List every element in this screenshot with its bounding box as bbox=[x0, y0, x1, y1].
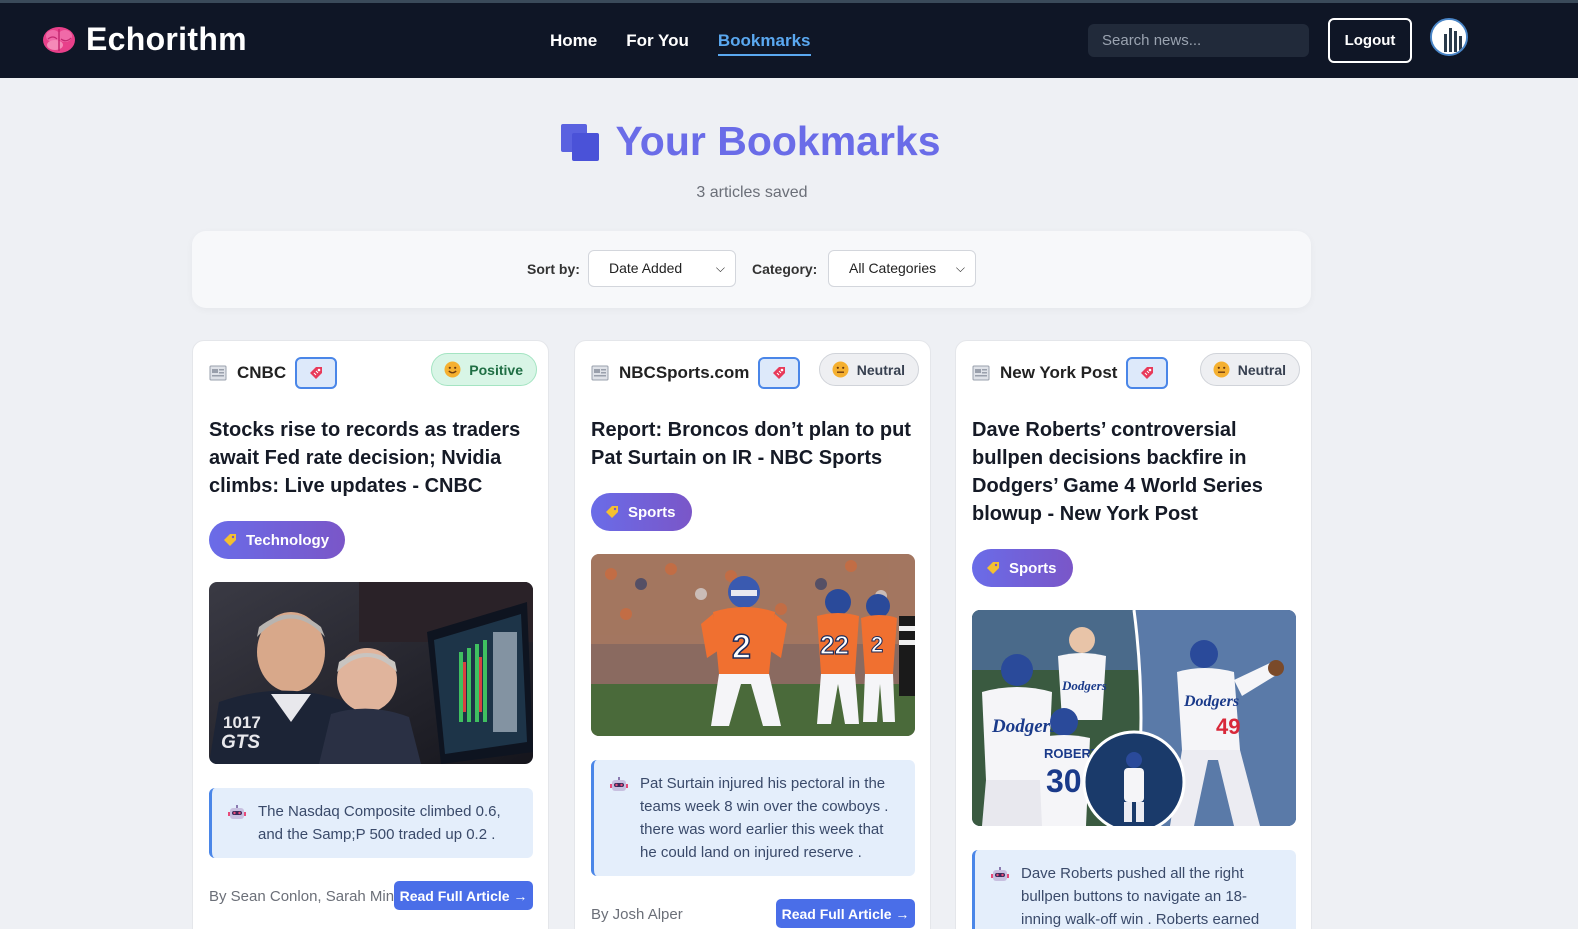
category-label: Sports bbox=[1009, 559, 1057, 577]
chevron-down-icon: ⌵ bbox=[955, 261, 965, 275]
broncos-photo: 2 22 2 bbox=[591, 554, 915, 736]
traders-photo: 1017 GTS bbox=[209, 582, 533, 764]
page-title: Your Bookmarks bbox=[615, 118, 941, 164]
robot-icon bbox=[991, 867, 1009, 881]
article-title[interactable]: Dave Roberts’ controversial bullpen deci… bbox=[972, 416, 1298, 528]
brand-name: Echorithm bbox=[86, 21, 247, 57]
jacket-logo: GTS bbox=[221, 732, 260, 753]
newspaper-icon bbox=[209, 365, 227, 381]
jersey-number: 30 bbox=[1046, 763, 1082, 799]
summary-text: Pat Surtain injured his pectoral in the … bbox=[640, 775, 889, 861]
read-full-article-button[interactable]: Read Full Article → bbox=[776, 899, 915, 928]
sentiment-badge: Neutral bbox=[818, 353, 919, 386]
sort-select[interactable]: Date Added ⌵ bbox=[588, 250, 736, 287]
category-select-value: All Categories bbox=[849, 260, 937, 276]
jersey-number: 2 bbox=[871, 632, 883, 657]
category-select[interactable]: All Categories ⌵ bbox=[828, 250, 976, 287]
logout-button[interactable]: Logout bbox=[1328, 18, 1412, 63]
smile-emoji-icon bbox=[444, 361, 461, 378]
jersey-number: 22 bbox=[820, 630, 849, 660]
newspaper-icon bbox=[591, 365, 609, 381]
bookmark-stack-icon bbox=[561, 123, 600, 161]
source-row: New York Post bbox=[972, 357, 1169, 389]
navbar: Echorithm Home For You Bookmarks Logout bbox=[0, 3, 1578, 78]
neutral-emoji-icon bbox=[1213, 361, 1230, 378]
article-title[interactable]: Stocks rise to records as traders await … bbox=[209, 416, 535, 500]
sentiment-badge: Positive bbox=[431, 353, 537, 386]
read-full-article-button[interactable]: Read Full Article → bbox=[394, 881, 533, 910]
summary-text: Dave Roberts pushed all the right bullpe… bbox=[1021, 865, 1260, 928]
source-name: CNBC bbox=[237, 363, 287, 382]
jersey-number: 2 bbox=[732, 628, 751, 666]
brain-icon bbox=[43, 26, 75, 53]
jersey-script: Dodgers bbox=[1183, 693, 1239, 710]
brand-logo[interactable]: Echorithm bbox=[42, 21, 247, 58]
remove-bookmark-button[interactable] bbox=[758, 357, 801, 389]
article-title[interactable]: Report: Broncos don’t plan to put Pat Su… bbox=[591, 416, 917, 472]
search-input[interactable] bbox=[1088, 24, 1309, 57]
tag-icon bbox=[606, 506, 618, 518]
sentiment-label: Neutral bbox=[1237, 361, 1286, 378]
tag-icon bbox=[987, 562, 999, 574]
ai-summary: The Nasdaq Composite climbed 0.6, and th… bbox=[209, 788, 533, 858]
dodgers-photo: Dodgers Dodgers ROBERTS 30 Dodgers 49 bbox=[972, 610, 1296, 826]
source-name: New York Post bbox=[1000, 363, 1118, 382]
robot-icon bbox=[228, 805, 246, 819]
nav-links: Home For You Bookmarks bbox=[550, 31, 840, 56]
robot-icon bbox=[610, 777, 628, 791]
source-name: NBCSports.com bbox=[619, 363, 750, 382]
avatar-graphic bbox=[1432, 20, 1466, 54]
bookmark-tag-icon bbox=[310, 367, 323, 379]
sentiment-label: Positive bbox=[469, 361, 523, 378]
jacket-number: 1017 bbox=[223, 713, 261, 732]
ai-summary: Dave Roberts pushed all the right bullpe… bbox=[972, 850, 1296, 929]
filter-bar: Sort by: Date Added ⌵ Category: All Cate… bbox=[192, 231, 1311, 308]
saved-count: 3 articles saved bbox=[696, 184, 808, 201]
article-card[interactable]: New York Post Neutral Dave Roberts’ cont… bbox=[955, 340, 1312, 929]
nav-link-home[interactable]: Home bbox=[550, 31, 597, 56]
article-card[interactable]: CNBC Positive Stocks rise to records as … bbox=[192, 340, 549, 929]
article-image[interactable]: 1017 GTS bbox=[209, 582, 533, 764]
sentiment-badge: Neutral bbox=[1199, 353, 1300, 386]
chevron-down-icon: ⌵ bbox=[715, 261, 725, 275]
category-pill[interactable]: Sports bbox=[591, 493, 692, 531]
remove-bookmark-button[interactable] bbox=[295, 357, 338, 389]
article-card[interactable]: NBCSports.com Neutral Report: Broncos do… bbox=[574, 340, 931, 929]
article-image[interactable]: 2 22 2 bbox=[591, 554, 915, 736]
author-byline: By Sean Conlon, Sarah Min bbox=[209, 888, 395, 905]
nav-link-for-you[interactable]: For You bbox=[626, 31, 689, 56]
newspaper-icon bbox=[972, 365, 990, 381]
neutral-emoji-icon bbox=[832, 361, 849, 378]
sort-select-value: Date Added bbox=[609, 260, 683, 276]
category-label: Sports bbox=[628, 503, 676, 521]
source-row: CNBC bbox=[209, 357, 338, 389]
jersey-script: Dodgers bbox=[991, 716, 1057, 737]
bookmark-tag-icon bbox=[1141, 367, 1154, 379]
category-label: Technology bbox=[246, 531, 330, 549]
author-byline: By Josh Alper bbox=[591, 906, 683, 923]
nav-link-bookmarks[interactable]: Bookmarks bbox=[717, 31, 811, 56]
tag-icon bbox=[224, 534, 236, 546]
sort-label: Sort by: bbox=[527, 261, 580, 277]
avatar[interactable] bbox=[1430, 18, 1468, 56]
sentiment-label: Neutral bbox=[856, 361, 905, 378]
summary-text: The Nasdaq Composite climbed 0.6, and th… bbox=[258, 803, 501, 843]
bookmark-tag-icon bbox=[773, 367, 786, 379]
page-header: Your Bookmarks bbox=[0, 118, 1500, 165]
source-row: NBCSports.com bbox=[591, 357, 801, 389]
ai-summary: Pat Surtain injured his pectoral in the … bbox=[591, 760, 915, 876]
category-pill[interactable]: Technology bbox=[209, 521, 346, 559]
article-image[interactable]: Dodgers Dodgers ROBERTS 30 Dodgers 49 bbox=[972, 610, 1296, 826]
remove-bookmark-button[interactable] bbox=[1126, 357, 1169, 389]
jersey-number: 49 bbox=[1216, 714, 1240, 739]
jersey-script: Dodgers bbox=[1061, 678, 1107, 693]
category-pill[interactable]: Sports bbox=[972, 549, 1073, 587]
category-label: Category: bbox=[752, 261, 818, 277]
